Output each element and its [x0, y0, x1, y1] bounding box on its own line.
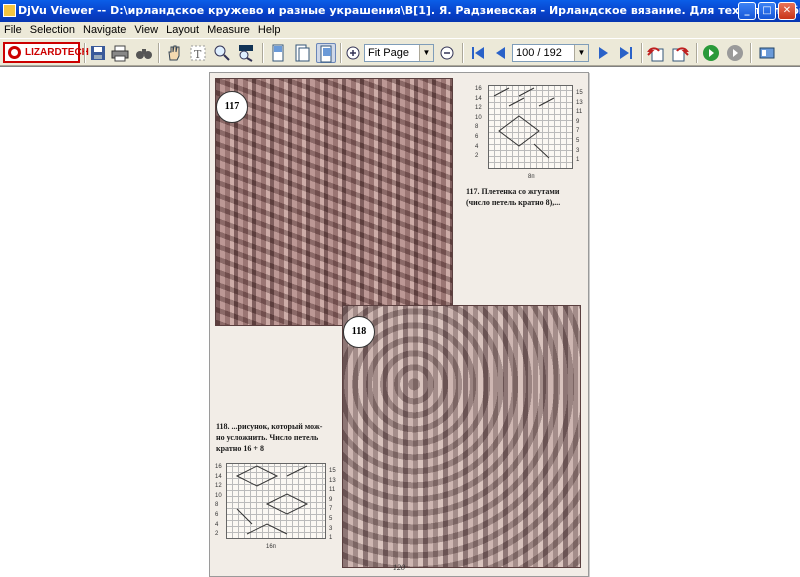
menu-selection[interactable]: Selection	[26, 22, 79, 38]
facing-pages-icon[interactable]	[316, 43, 336, 63]
pattern-badge-117: 117	[216, 91, 248, 123]
knit-chart-118	[226, 463, 326, 539]
toolbar-separator	[340, 43, 342, 63]
page-number: 120	[393, 563, 405, 572]
hand-icon[interactable]	[164, 43, 184, 63]
logo-swirl-icon	[8, 46, 21, 59]
knit-photo-118	[342, 305, 581, 568]
window-title: DjVu Viewer -- D:\ирландское кружево и р…	[18, 4, 800, 17]
binoculars-icon[interactable]	[134, 43, 154, 63]
continuous-icon[interactable]	[292, 43, 312, 63]
zoom-in-icon[interactable]	[343, 43, 363, 63]
chart-117-right-numbers: 15 13 11 9 7 5 3 1	[576, 90, 583, 164]
chart-118-right-numbers: 15 13 11 9 7 5 3 1	[329, 468, 336, 542]
caption-117: 117. Плетенка со жгутами (число петель кр…	[466, 187, 561, 207]
menu-file[interactable]: File	[0, 22, 26, 38]
chart-118-repeat-label: 16п	[266, 544, 276, 550]
menu-bar: File Selection Navigate View Layout Measure He…	[0, 22, 800, 38]
close-button[interactable]: ✕	[778, 2, 796, 20]
maximize-button[interactable]: □	[758, 2, 776, 20]
go-green-icon[interactable]	[701, 43, 721, 63]
document-view[interactable]: 117 16 14 12 10 8 6 4 2 15 13 11 9 7 5 3 1 8п 117. Пле…	[0, 66, 800, 577]
svg-text:T: T	[194, 48, 202, 61]
toolbar-separator	[84, 43, 86, 63]
zoom-tool-icon[interactable]	[212, 43, 232, 63]
app-icon	[3, 4, 16, 17]
prev-page-icon[interactable]	[490, 43, 510, 63]
knit-photo-117	[215, 78, 453, 326]
text-select-icon[interactable]: T	[188, 43, 208, 63]
region-icon[interactable]	[236, 43, 256, 63]
toolbar-separator	[262, 43, 264, 63]
page-select[interactable]: 100 / 192 ▼	[512, 44, 589, 62]
menu-view[interactable]: View	[130, 22, 162, 38]
toolbar-separator	[158, 43, 160, 63]
toolbar: LIZARDTECH T Fit Page ▼ 100 / 192 ▼	[0, 38, 800, 66]
app-window: DjVu Viewer -- D:\ирландское кружево и р…	[0, 0, 800, 577]
last-page-icon[interactable]	[616, 43, 636, 63]
back-icon[interactable]	[646, 43, 666, 63]
chart-117-strokes	[493, 87, 555, 159]
toolbar-separator	[462, 43, 464, 63]
lizardtech-logo[interactable]: LIZARDTECH	[3, 42, 89, 63]
menu-navigate[interactable]: Navigate	[79, 22, 130, 38]
chart-118-strokes	[235, 465, 309, 535]
go-gray-icon[interactable]	[725, 43, 745, 63]
toolbar-separator	[750, 43, 752, 63]
single-page-icon[interactable]	[268, 43, 288, 63]
toolbar-separator	[641, 43, 643, 63]
zoom-select[interactable]: Fit Page ▼	[364, 44, 434, 62]
next-page-icon[interactable]	[594, 43, 614, 63]
toolbar-separator	[696, 43, 698, 63]
knit-chart-117	[488, 85, 573, 169]
save-icon[interactable]	[88, 43, 108, 63]
title-bar[interactable]: DjVu Viewer -- D:\ирландское кружево и р…	[0, 0, 800, 22]
zoom-out-icon[interactable]	[437, 43, 457, 63]
first-page-icon[interactable]	[468, 43, 488, 63]
menu-measure[interactable]: Measure	[203, 22, 254, 38]
minimize-button[interactable]: _	[738, 2, 756, 20]
print-icon[interactable]	[110, 43, 130, 63]
thumbnails-icon[interactable]	[757, 43, 777, 63]
chart-117-left-numbers: 16 14 12 10 8 6 4 2	[475, 86, 482, 160]
menu-layout[interactable]: Layout	[162, 22, 203, 38]
menu-help[interactable]: Help	[254, 22, 285, 38]
chart-117-repeat-label: 8п	[528, 174, 535, 180]
caption-118: 118. ...рисунок, который мож-но усложнит…	[216, 422, 323, 453]
chevron-down-icon[interactable]: ▼	[574, 45, 588, 61]
forward-icon[interactable]	[670, 43, 690, 63]
pattern-badge-118: 118	[343, 316, 375, 348]
chevron-down-icon[interactable]: ▼	[419, 45, 433, 61]
document-page: 117 16 14 12 10 8 6 4 2 15 13 11 9 7 5 3 1 8п 117. Пле…	[209, 72, 589, 577]
chart-118-left-numbers: 16 14 12 10 8 6 4 2	[215, 464, 222, 538]
